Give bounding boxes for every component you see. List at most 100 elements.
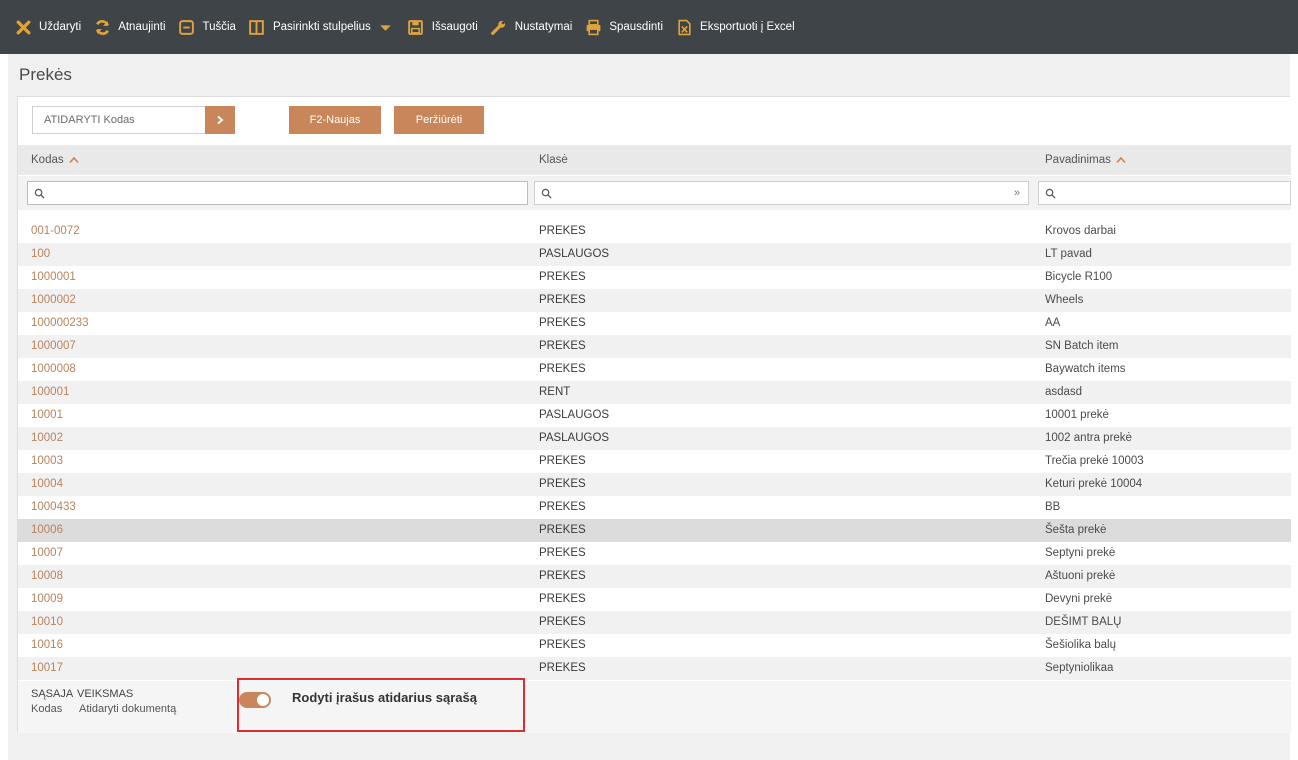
table-row[interactable]: 10010 PREKES DEŠIMT BALŲ — [18, 611, 1291, 634]
row-code-link[interactable]: 10017 — [31, 662, 63, 674]
table-row[interactable]: 100001 RENT asdasd — [18, 381, 1291, 404]
column-header-name-label: Pavadinimas — [1045, 154, 1111, 166]
row-code-link[interactable]: 10006 — [31, 524, 63, 536]
wrench-icon — [490, 18, 508, 36]
table-row[interactable]: 10008 PREKES Aštuoni prekė — [18, 565, 1291, 588]
table-row[interactable]: 10009 PREKES Devyni prekė — [18, 588, 1291, 611]
table-row[interactable]: 100000233 PREKES AA — [18, 312, 1291, 335]
filter-code-input[interactable] — [27, 181, 528, 205]
row-code-link[interactable]: 10009 — [31, 593, 63, 605]
table-row[interactable]: 1000433 PREKES BB — [18, 496, 1291, 519]
row-class: PREKES — [539, 593, 586, 605]
row-name: Bicycle R100 — [1045, 271, 1113, 283]
settings-button[interactable]: Nustatymai — [490, 18, 573, 36]
row-code-link[interactable]: 10002 — [31, 432, 63, 444]
row-code-link[interactable]: 10010 — [31, 616, 63, 628]
table-row[interactable]: 10017 PREKES Septyniolikaa — [18, 657, 1291, 680]
filter-class-input[interactable] — [534, 181, 1029, 205]
sort-asc-icon — [1116, 156, 1126, 164]
table-row[interactable]: 1000001 PREKES Bicycle R100 — [18, 266, 1291, 289]
row-class: PREKES — [539, 225, 586, 237]
table-row[interactable]: 100 PASLAUGOS LT pavad — [18, 243, 1291, 266]
excel-icon — [675, 18, 693, 36]
toolbar: Uždaryti Atnaujinti Tuščia Pasirinkti st… — [0, 0, 1298, 54]
row-class: PREKES — [539, 662, 586, 674]
new-button[interactable]: F2-Naujas — [289, 106, 381, 134]
table-row[interactable]: 1000002 PREKES Wheels — [18, 289, 1291, 312]
items-table: 001-0072 PREKES Krovos darbai 100 PASLAUGOS L… — [18, 220, 1291, 680]
column-header-name[interactable]: Pavadinimas — [1045, 154, 1126, 166]
close-icon — [14, 18, 32, 36]
row-class: PREKES — [539, 616, 586, 628]
row-code-link[interactable]: 1000002 — [31, 294, 76, 306]
save-button[interactable]: Išsaugoti — [407, 18, 478, 36]
column-header-row: Kodas Klasė Pavadinimas — [18, 145, 1291, 175]
footer-bar: SĄSAJA VEIKSMAS Kodas Atidaryti dokument… — [18, 681, 1291, 733]
table-row[interactable]: 10002 PASLAUGOS 1002 antra prekė — [18, 427, 1291, 450]
row-code-link[interactable]: 001-0072 — [31, 225, 80, 237]
settings-label: Nustatymai — [514, 21, 573, 33]
table-row[interactable]: 10004 PREKES Keturi prekė 10004 — [18, 473, 1291, 496]
column-header-class[interactable]: Klasė — [539, 154, 568, 166]
row-code-link[interactable]: 100000233 — [31, 317, 89, 329]
row-class: PREKES — [539, 455, 586, 467]
row-name: AA — [1045, 317, 1061, 329]
footer-veiksmas[interactable]: VEIKSMAS — [77, 688, 133, 700]
expand-filter-icon[interactable]: » — [1014, 187, 1020, 199]
row-name: SN Batch item — [1045, 340, 1119, 352]
table-row[interactable]: 10003 PREKES Trečia prekė 10003 — [18, 450, 1291, 473]
row-name: Devyni prekė — [1045, 593, 1113, 605]
export-excel-button[interactable]: Eksportuoti į Excel — [675, 18, 795, 36]
search-icon — [1045, 188, 1056, 199]
table-row[interactable]: 1000008 PREKES Baywatch items — [18, 358, 1291, 381]
row-code-link[interactable]: 10003 — [31, 455, 63, 467]
export-excel-label: Eksportuoti į Excel — [700, 21, 795, 33]
footer-kodas[interactable]: Kodas — [31, 703, 62, 715]
row-class: PREKES — [539, 639, 586, 651]
footer-open-document[interactable]: Atidaryti dokumentą — [79, 703, 176, 715]
print-icon — [584, 18, 602, 36]
row-code-link[interactable]: 1000001 — [31, 271, 76, 283]
row-class: PREKES — [539, 363, 586, 375]
open-code-input[interactable]: ATIDARYTI Kodas — [32, 106, 222, 134]
open-go-button[interactable] — [205, 106, 235, 134]
column-header-code[interactable]: Kodas — [31, 154, 79, 166]
empty-icon — [178, 18, 196, 36]
view-button[interactable]: Peržiūrėti — [394, 106, 484, 134]
filter-row: » — [18, 176, 1291, 210]
row-code-link[interactable]: 10008 — [31, 570, 63, 582]
row-code-link[interactable]: 1000433 — [31, 501, 76, 513]
row-code-link[interactable]: 1000008 — [31, 363, 76, 375]
table-row[interactable]: 10001 PASLAUGOS 10001 prekė — [18, 404, 1291, 427]
table-row[interactable]: 10016 PREKES Šešiolika balų — [18, 634, 1291, 657]
refresh-icon — [93, 18, 111, 36]
row-code-link[interactable]: 100 — [31, 248, 50, 260]
row-class: PREKES — [539, 271, 586, 283]
row-code-link[interactable]: 1000007 — [31, 340, 76, 352]
show-records-toggle[interactable] — [239, 692, 271, 708]
items-panel: ATIDARYTI Kodas F2-Naujas Peržiūrėti Kod… — [17, 96, 1291, 733]
search-icon — [34, 188, 45, 199]
close-label: Uždaryti — [39, 21, 82, 33]
row-code-link[interactable]: 100001 — [31, 386, 69, 398]
table-row[interactable]: 10007 PREKES Septyni prekė — [18, 542, 1291, 565]
save-icon — [407, 18, 425, 36]
table-row[interactable]: 001-0072 PREKES Krovos darbai — [18, 220, 1291, 243]
empty-label: Tuščia — [202, 21, 236, 33]
row-code-link[interactable]: 10007 — [31, 547, 63, 559]
footer-sasaja[interactable]: SĄSAJA — [31, 688, 73, 700]
table-row[interactable]: 10006 PREKES Šešta prekė — [18, 519, 1291, 542]
table-row[interactable]: 1000007 PREKES SN Batch item — [18, 335, 1291, 358]
columns-icon — [248, 18, 266, 36]
row-code-link[interactable]: 10001 — [31, 409, 63, 421]
filter-name-input[interactable] — [1038, 181, 1291, 205]
close-button[interactable]: Uždaryti — [14, 18, 81, 36]
row-code-link[interactable]: 10016 — [31, 639, 63, 651]
choose-columns-button[interactable]: Pasirinkti stulpelius — [248, 18, 395, 36]
caret-down-icon[interactable] — [377, 18, 395, 36]
row-code-link[interactable]: 10004 — [31, 478, 63, 490]
refresh-button[interactable]: Atnaujinti — [93, 18, 166, 36]
empty-button[interactable]: Tuščia — [178, 18, 236, 36]
chevron-right-icon — [215, 115, 225, 125]
print-button[interactable]: Spausdinti — [584, 18, 663, 36]
